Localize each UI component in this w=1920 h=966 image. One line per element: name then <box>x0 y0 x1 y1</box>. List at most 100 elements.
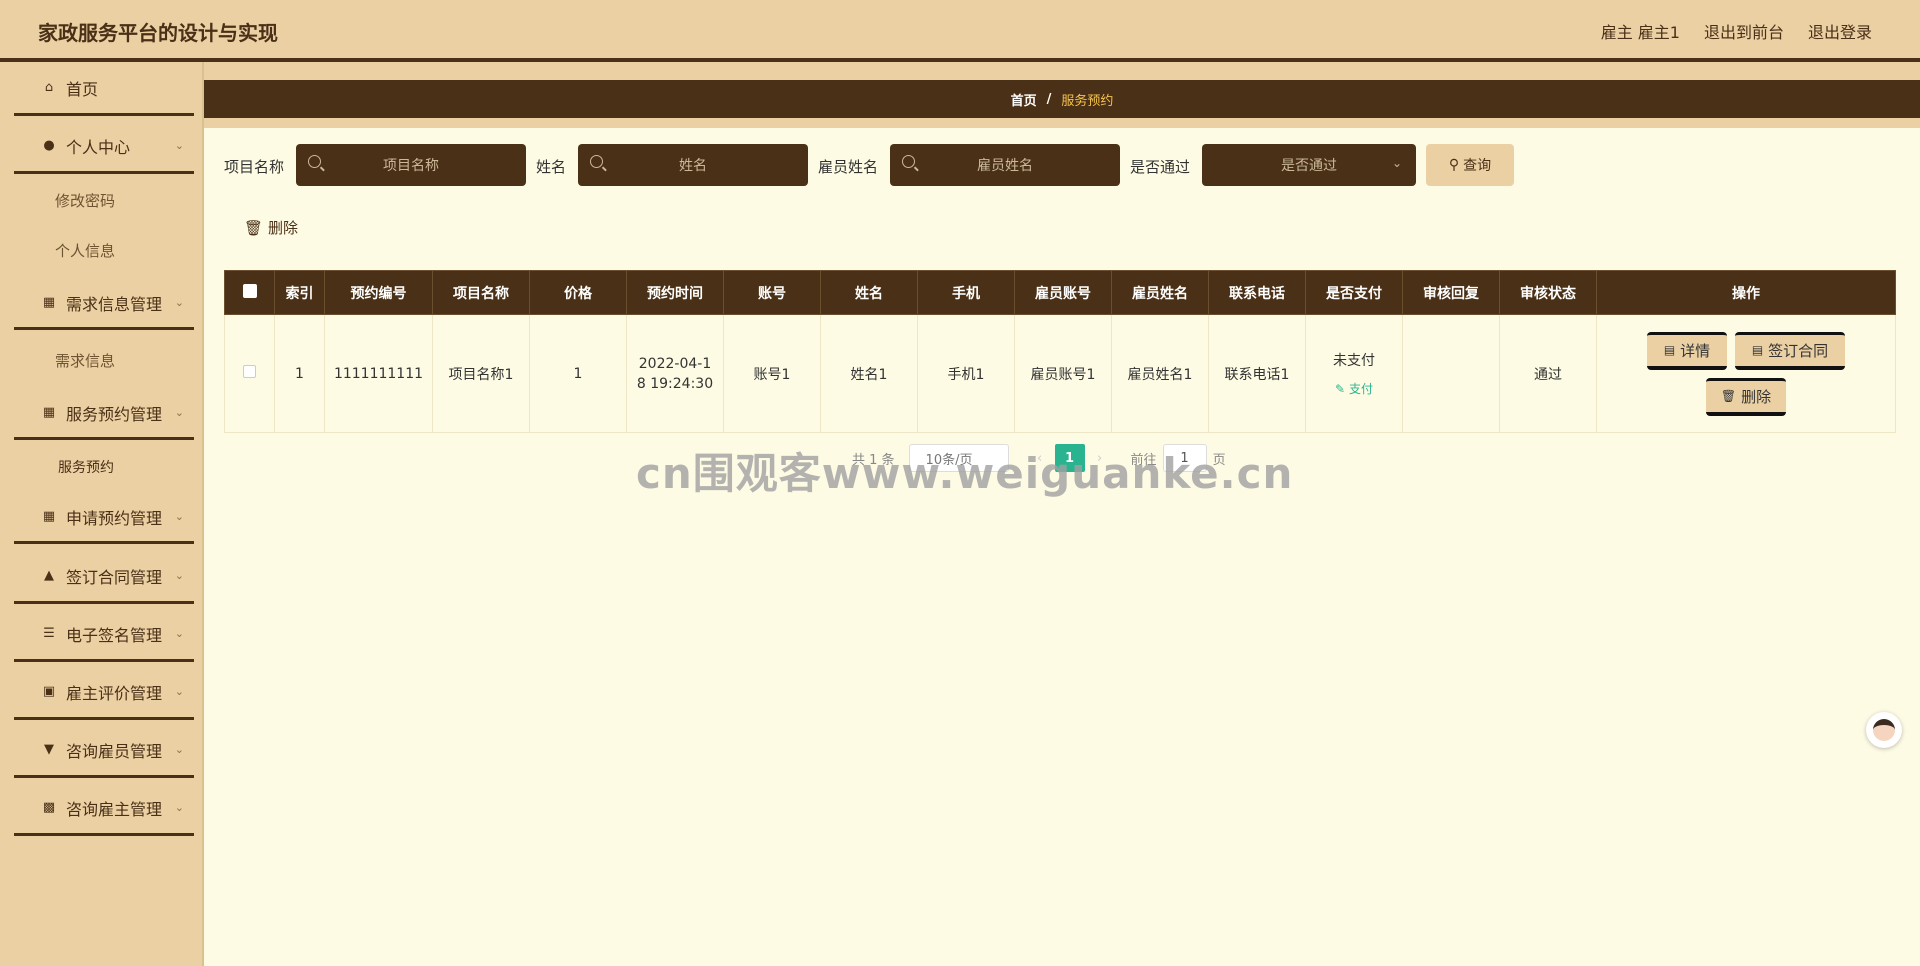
sidebar-item-label: 个人信息 <box>55 241 116 260</box>
logout-link[interactable]: 退出登录 <box>1808 19 1872 43</box>
sidebar-item-label: 申请预约管理 <box>66 508 163 528</box>
chevron-down-icon: ⌄ <box>174 139 184 152</box>
cell-booking-no: 1111111111 <box>324 314 433 433</box>
col-header: 审核回复 <box>1402 270 1500 315</box>
project-name-input[interactable]: 项目名称 <box>296 144 526 186</box>
row-select-cell <box>224 314 275 433</box>
bulk-delete-label: 删除 <box>268 219 299 237</box>
booking-table: 索引 预约编号 项目名称 价格 预约时间 账号 姓名 手机 雇员账号 雇员姓名 … <box>224 270 1896 433</box>
cell-time: 2022-04-1 8 19:24:30 <box>626 314 724 433</box>
sidebar-item-label: 服务预约 <box>58 460 114 476</box>
sidebar-item-service-booking[interactable]: 服务预约 <box>14 447 194 487</box>
sidebar-item-employer-review-mgmt[interactable]: ▣ 雇主评价管理 ⌄ <box>14 666 194 720</box>
row-delete-button-label: 删除 <box>1741 387 1772 406</box>
sidebar-item-booking-mgmt[interactable]: ▦ 服务预约管理 ⌄ <box>14 388 194 440</box>
floating-assistant-avatar[interactable] <box>1866 712 1902 748</box>
name-input[interactable]: 姓名 <box>578 144 808 186</box>
list-icon: ☰ <box>43 626 55 641</box>
sidebar-item-label: 个人中心 <box>66 137 131 157</box>
trash-icon: 🗑 <box>1720 389 1737 403</box>
approved-label: 是否通过 <box>1130 158 1191 176</box>
current-user-label: 雇主 雇主1 <box>1600 23 1680 42</box>
prev-page-button[interactable]: ‹ <box>1025 444 1055 472</box>
sidebar-item-contract-mgmt[interactable]: ▲ 签订合同管理 ⌄ <box>14 550 194 604</box>
col-header: 联系电话 <box>1208 270 1306 315</box>
cell-project: 项目名称1 <box>432 314 530 433</box>
sidebar-item-label: 电子签名管理 <box>66 625 163 645</box>
col-header: 预约编号 <box>324 270 433 315</box>
employee-name-input[interactable]: 雇员姓名 <box>890 144 1120 186</box>
breadcrumb-home[interactable]: 首页 <box>1011 90 1037 109</box>
col-header: 操作 <box>1596 270 1896 315</box>
pagination: 共 1 条 10条/页 ‹ 1 › 前往 1 页 <box>852 444 1226 472</box>
detail-button[interactable]: ▤ 详情 <box>1647 331 1727 370</box>
sidebar-item-label: 咨询雇主管理 <box>66 799 163 819</box>
cell-actions: ▤ 详情 ▤ 签订合同 🗑 删除 <box>1596 314 1896 433</box>
total-count: 共 1 条 <box>852 452 895 468</box>
cell-emp-name: 雇员姓名1 <box>1111 314 1209 433</box>
pay-link[interactable]: ✎ 支付 <box>1306 380 1402 397</box>
project-name-label: 项目名称 <box>224 158 285 176</box>
sidebar-item-label: 服务预约管理 <box>66 404 163 424</box>
breadcrumb-area: 首页 / 服务预约 <box>204 62 1920 128</box>
cell-price: 1 <box>529 314 627 433</box>
page-size-select[interactable]: 10条/页 <box>908 444 1009 472</box>
edit-icon: ✎ <box>1335 382 1346 396</box>
sidebar-item-demand-mgmt[interactable]: ▦ 需求信息管理 ⌄ <box>14 278 194 330</box>
sidebar-item-consult-employer-mgmt[interactable]: ▩ 咨询雇主管理 ⌄ <box>14 782 194 836</box>
name-placeholder: 姓名 <box>679 158 707 174</box>
cell-phone: 手机1 <box>917 314 1015 433</box>
sign-contract-button-label: 签订合同 <box>1768 341 1829 360</box>
col-header: 手机 <box>917 270 1015 315</box>
goto-page-input[interactable]: 1 <box>1162 444 1207 472</box>
sidebar-item-label: 咨询雇员管理 <box>66 741 163 761</box>
select-all-checkbox[interactable] <box>242 283 257 298</box>
sidebar-item-home[interactable]: ⌂ 首页 <box>14 62 194 116</box>
chevron-down-icon: ⌄ <box>174 627 184 640</box>
time-line-2: 8 19:24:30 <box>636 375 714 392</box>
sidebar-item-personal-center[interactable]: ● 个人中心 ⌄ <box>14 120 194 174</box>
grid-icon: ▦ <box>42 509 56 524</box>
sidebar-item-label: 签订合同管理 <box>66 567 163 587</box>
sidebar-item-label: 雇主评价管理 <box>66 683 163 703</box>
next-page-button[interactable]: › <box>1085 444 1115 472</box>
to-front-link[interactable]: 退出到前台 <box>1704 19 1784 43</box>
trash-icon: 🗑 <box>244 218 264 237</box>
header-actions: 雇主 雇主1 退出到前台 退出登录 <box>1601 19 1872 43</box>
sign-contract-button[interactable]: ▤ 签订合同 <box>1735 331 1845 370</box>
cell-contact: 联系电话1 <box>1208 314 1306 433</box>
query-button[interactable]: ⚲ 查询 <box>1426 144 1514 186</box>
sidebar-item-esign-mgmt[interactable]: ☰ 电子签名管理 ⌄ <box>14 608 194 662</box>
sidebar-item-personal-info[interactable]: 个人信息 <box>14 230 194 270</box>
col-header: 姓名 <box>820 270 918 315</box>
sidebar-item-apply-booking-mgmt[interactable]: ▦ 申请预约管理 ⌄ <box>14 492 194 544</box>
sidebar-item-demand-info[interactable]: 需求信息 <box>14 340 194 380</box>
page-number-current[interactable]: 1 <box>1054 444 1085 472</box>
col-header: 项目名称 <box>432 270 530 315</box>
chevron-down-icon: ⌄ <box>174 685 184 698</box>
approved-select[interactable]: 是否通过 ⌄ <box>1202 144 1416 186</box>
search-icon <box>590 155 603 168</box>
cell-reply <box>1402 314 1500 433</box>
page-unit-label: 页 <box>1212 452 1226 468</box>
sidebar-item-label: 首页 <box>66 79 99 99</box>
row-checkbox[interactable] <box>243 365 256 378</box>
sidebar-item-label: 需求信息管理 <box>66 294 163 314</box>
chevron-down-icon: ⌄ <box>174 406 184 419</box>
stamp-icon: ▲ <box>44 568 54 583</box>
bulk-delete-button[interactable]: 🗑 删除 <box>244 217 298 238</box>
cell-index: 1 <box>274 314 325 433</box>
search-icon <box>902 155 915 168</box>
employee-name-placeholder: 雇员姓名 <box>977 158 1033 174</box>
cell-account: 账号1 <box>723 314 821 433</box>
employee-name-label: 雇员姓名 <box>818 158 879 176</box>
chevron-down-icon: ⌄ <box>174 296 184 309</box>
row-delete-button[interactable]: 🗑 删除 <box>1706 377 1786 416</box>
sidebar-item-consult-employee-mgmt[interactable]: ▼ 咨询雇员管理 ⌄ <box>14 724 194 778</box>
app-title: 家政服务平台的设计与实现 <box>38 21 278 45</box>
grid-icon: ▦ <box>42 295 56 310</box>
sidebar-item-change-password[interactable]: 修改密码 <box>14 180 194 220</box>
goto-label: 前往 <box>1130 452 1157 468</box>
breadcrumb: 首页 / 服务预约 <box>204 80 1920 118</box>
query-button-label: 查询 <box>1463 158 1492 174</box>
